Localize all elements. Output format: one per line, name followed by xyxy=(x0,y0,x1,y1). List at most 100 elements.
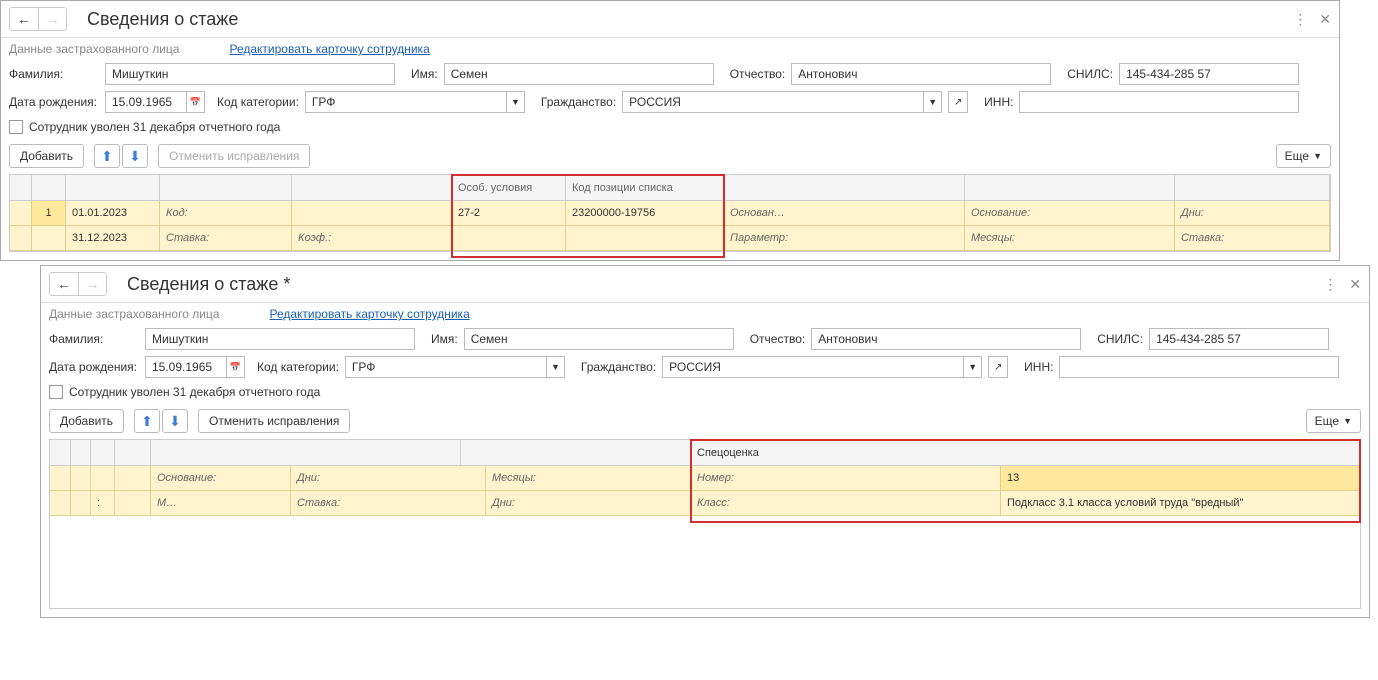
insured-data-label: Данные застрахованного лица xyxy=(9,42,179,56)
citizenship-label: Гражданство: xyxy=(581,360,656,374)
th-spec: Спецоценка xyxy=(691,440,1360,465)
more-menu-icon[interactable]: ⋮ xyxy=(1323,276,1337,293)
snils-input[interactable]: 145-434-285 57 xyxy=(1149,328,1329,350)
chevron-down-icon[interactable]: ▼ xyxy=(546,357,564,377)
chevron-down-icon[interactable]: ▼ xyxy=(506,92,524,112)
move-down-button[interactable]: ⬇ xyxy=(122,144,148,168)
date-to: 31.12.2023 xyxy=(66,226,160,250)
surname-label: Фамилия: xyxy=(49,332,139,346)
open-external-icon[interactable]: ↗ xyxy=(948,91,968,113)
open-external-icon[interactable]: ↗ xyxy=(988,356,1008,378)
form-row-name: Фамилия: Мишуткин Имя: Семен Отчество: А… xyxy=(41,325,1369,353)
forward-button[interactable]: → xyxy=(38,8,66,30)
back-button[interactable]: ← xyxy=(10,8,38,30)
titlebar: ← → Сведения о стаже ⋮ ✕ xyxy=(1,1,1339,38)
birthdate-label: Дата рождения: xyxy=(49,360,139,374)
koef-label: Коэф.: xyxy=(292,226,452,250)
name-input[interactable]: Семен xyxy=(464,328,734,350)
window-2: ← → Сведения о стаже * ⋮ ✕ Данные застра… xyxy=(40,265,1370,618)
birthdate-input[interactable]: 15.09.1965 📅 xyxy=(105,91,205,113)
dni: Дни: xyxy=(291,466,486,490)
table-1: Особ. условия Код позиции списка 1 01.01… xyxy=(9,174,1331,252)
inn-label: ИНН: xyxy=(1024,360,1053,374)
form-row-name: Фамилия: Мишуткин Имя: Семен Отчество: А… xyxy=(1,60,1339,88)
move-down-button[interactable]: ⬇ xyxy=(162,409,188,433)
fired-label: Сотрудник уволен 31 декабря отчетного го… xyxy=(29,120,280,134)
close-icon[interactable]: ✕ xyxy=(1319,11,1331,28)
category-input[interactable]: ГРФ ▼ xyxy=(305,91,525,113)
th-kod-poz: Код позиции списка xyxy=(566,175,724,200)
nav-buttons: ← → xyxy=(9,7,67,31)
move-up-button[interactable]: ⬆ xyxy=(134,409,160,433)
row-num: 1 xyxy=(32,201,66,225)
name-input[interactable]: Семен xyxy=(444,63,714,85)
citizenship-input[interactable]: РОССИЯ ▼ xyxy=(662,356,982,378)
category-input[interactable]: ГРФ ▼ xyxy=(345,356,565,378)
more-button[interactable]: Еще ▼ xyxy=(1276,144,1331,168)
more-button[interactable]: Еще ▼ xyxy=(1306,409,1361,433)
cancel-corrections-button[interactable]: Отменить исправления xyxy=(158,144,310,168)
inn-input[interactable] xyxy=(1019,91,1299,113)
name-label: Имя: xyxy=(411,67,438,81)
osob-value: 27-2 xyxy=(452,201,566,225)
window-1: ← → Сведения о стаже ⋮ ✕ Данные застрахо… xyxy=(0,0,1340,261)
patronymic-input[interactable]: Антонович xyxy=(811,328,1081,350)
birthdate-input[interactable]: 15.09.1965 📅 xyxy=(145,356,245,378)
patronymic-label: Отчество: xyxy=(730,67,786,81)
m: М… xyxy=(151,491,291,515)
patronymic-label: Отчество: xyxy=(750,332,806,346)
fired-checkbox-row: Сотрудник уволен 31 декабря отчетного го… xyxy=(1,116,1339,138)
surname-input[interactable]: Мишуткин xyxy=(145,328,415,350)
dni: Дни: xyxy=(1175,201,1330,225)
insured-data-label: Данные застрахованного лица xyxy=(49,307,219,321)
fired-checkbox[interactable] xyxy=(9,120,23,134)
sub-header: Данные застрахованного лица Редактироват… xyxy=(1,38,1339,60)
add-button[interactable]: Добавить xyxy=(49,409,124,433)
osnov1: Основан… xyxy=(724,201,965,225)
kod-label: Код: xyxy=(160,201,292,225)
table-row[interactable]: Основание: Дни: Месяцы: Номер: 13 xyxy=(50,466,1360,491)
add-button[interactable]: Добавить xyxy=(9,144,84,168)
snils-label: СНИЛС: xyxy=(1067,67,1113,81)
table-row[interactable]: 1 01.01.2023 Код: 27-2 23200000-19756 Ос… xyxy=(10,201,1330,226)
chevron-down-icon[interactable]: ▼ xyxy=(963,357,981,377)
form-row-birth: Дата рождения: 15.09.1965 📅 Код категори… xyxy=(41,353,1369,381)
klass-value: Подкласс 3.1 класса условий труда "вредн… xyxy=(1001,491,1360,515)
param: Параметр: xyxy=(724,226,965,250)
birthdate-label: Дата рождения: xyxy=(9,95,99,109)
back-button[interactable]: ← xyxy=(50,273,78,295)
table-row[interactable]: : М… Ставка: Дни: Класс: Подкласс 3.1 кл… xyxy=(50,491,1360,516)
cancel-corrections-button[interactable]: Отменить исправления xyxy=(198,409,350,433)
stavka: Ставка: xyxy=(291,491,486,515)
form-row-birth: Дата рождения: 15.09.1965 📅 Код категори… xyxy=(1,88,1339,116)
snils-label: СНИЛС: xyxy=(1097,332,1143,346)
calendar-icon[interactable]: 📅 xyxy=(226,357,244,377)
forward-button[interactable]: → xyxy=(78,273,106,295)
snils-input[interactable]: 145-434-285 57 xyxy=(1119,63,1299,85)
close-icon[interactable]: ✕ xyxy=(1349,276,1361,293)
table-row[interactable]: 31.12.2023 Ставка: Коэф.: Параметр: Меся… xyxy=(10,226,1330,251)
surname-input[interactable]: Мишуткин xyxy=(105,63,395,85)
category-label: Код категории: xyxy=(257,360,339,374)
th-osob: Особ. условия xyxy=(452,175,566,200)
titlebar: ← → Сведения о стаже * ⋮ ✕ xyxy=(41,266,1369,303)
move-up-button[interactable]: ⬆ xyxy=(94,144,120,168)
window-title: Сведения о стаже xyxy=(87,9,238,30)
surname-label: Фамилия: xyxy=(9,67,99,81)
calendar-icon[interactable]: 📅 xyxy=(186,92,204,112)
chevron-down-icon[interactable]: ▼ xyxy=(923,92,941,112)
edit-employee-link[interactable]: Редактировать карточку сотрудника xyxy=(229,42,429,56)
citizenship-input[interactable]: РОССИЯ ▼ xyxy=(622,91,942,113)
date-from: 01.01.2023 xyxy=(66,201,160,225)
table-2: Спецоценка Основание: Дни: Месяцы: Номер… xyxy=(49,439,1361,609)
stavka2: Ставка: xyxy=(1175,226,1330,250)
fired-checkbox[interactable] xyxy=(49,385,63,399)
table-header: Особ. условия Код позиции списка xyxy=(10,175,1330,201)
more-menu-icon[interactable]: ⋮ xyxy=(1293,11,1307,28)
patronymic-input[interactable]: Антонович xyxy=(791,63,1051,85)
osnov: Основание: xyxy=(151,466,291,490)
category-label: Код категории: xyxy=(217,95,299,109)
inn-input[interactable] xyxy=(1059,356,1339,378)
edit-employee-link[interactable]: Редактировать карточку сотрудника xyxy=(269,307,469,321)
nomer: Номер: xyxy=(691,466,1001,490)
